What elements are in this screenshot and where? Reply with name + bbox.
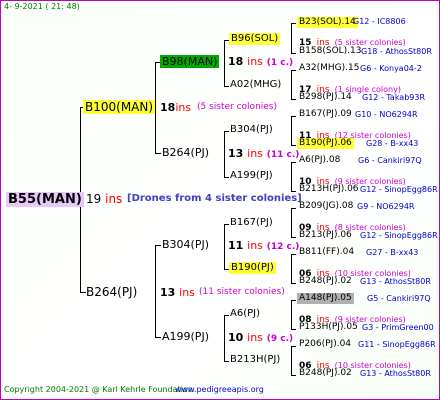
gen1-ins-1: 18ins — [160, 101, 192, 114]
website-link[interactable]: www.pedigreeapis.org — [175, 386, 264, 394]
gen3-queen-7[interactable]: A6(PJ) — [230, 309, 260, 319]
gen2-queen-3[interactable]: B304(PJ) — [162, 239, 209, 250]
gen4-bottom-6[interactable]: B248(PJ).02 — [299, 277, 352, 286]
root-queen[interactable]: B55(MAN) — [6, 192, 84, 207]
gen4-bottom-info-3: G28 - B-xx43 — [366, 139, 419, 148]
gen2-ins-1: 18 ins (1 c.) — [228, 55, 294, 68]
gen4-bottom-info-2: G12 - Takab93R — [362, 93, 426, 102]
gen4-top-info-4: G6 - Cankiri97Q — [358, 156, 422, 165]
gen3-queen-1[interactable]: B96(SOL) — [229, 33, 281, 45]
gen4-top-5[interactable]: B209(JG).08 — [299, 202, 353, 211]
gen4-bottom-8[interactable]: B248(PJ).02 — [299, 369, 352, 378]
gen4-bottom-info-1: G18 - AthosSt80R — [361, 47, 432, 56]
gen2-queen-4[interactable]: A199(PJ) — [162, 331, 209, 342]
gen4-top-2[interactable]: A32(MHG).15 — [299, 64, 359, 73]
gen4-top-3[interactable]: B167(PJ).09 — [299, 110, 352, 119]
gen2-queen-2[interactable]: B264(PJ) — [162, 147, 209, 158]
gen4-bottom-4[interactable]: B213H(PJ).06 — [299, 185, 359, 194]
gen2-ins-4: 10 ins (9 c.) — [228, 331, 294, 344]
gen4-top-info-5: G9 - NO6294R — [357, 202, 415, 211]
gen4-top-1[interactable]: B23(SOL).14 — [297, 17, 358, 28]
gen4-bottom-7[interactable]: P133H(PJ).05 — [299, 323, 358, 332]
gen3-queen-2[interactable]: A02(MHG) — [230, 80, 281, 90]
gen4-bottom-info-4: G12 - SinopEgg86R — [360, 185, 438, 194]
gen1-queen-2[interactable]: B264(PJ) — [86, 286, 137, 298]
gen4-bottom-info-8: G13 - AthosSt80R — [360, 369, 431, 378]
gen2-ins-3: 11 ins (12 c.) — [228, 239, 300, 252]
gen4-bottom-info-5: G12 - SinopEgg86R — [360, 231, 438, 240]
gen3-queen-6[interactable]: B190(PJ) — [229, 262, 276, 274]
gen1-queen-1[interactable]: B100(MAN) — [83, 100, 156, 114]
gen4-bottom-5[interactable]: B213(PJ).06 — [299, 231, 352, 240]
gen4-bottom-2[interactable]: B298(PJ).14 — [299, 93, 352, 102]
date-stamp: 4- 9-2021 ( 21: 48) — [4, 2, 80, 11]
gen4-bottom-1[interactable]: B158(SOL).13 — [299, 47, 362, 56]
gen2-queen-1[interactable]: B98(MAN) — [160, 55, 220, 68]
gen3-queen-8[interactable]: B213H(PJ) — [230, 355, 280, 365]
gen4-top-info-7: G5 - Cankiri97Q — [367, 294, 431, 303]
gen1-sisters-1: (5 sister colonies) — [197, 102, 278, 112]
gen4-top-info-8: G11 - SinopEgg86R — [358, 340, 436, 349]
gen4-top-info-6: G27 - B-xx43 — [366, 248, 419, 257]
gen4-bottom-info-6: G13 - AthosSt80R — [360, 277, 431, 286]
gen4-top-info-2: G6 - Konya04-2 — [360, 64, 422, 73]
gen4-bottom-3[interactable]: B190(PJ).06 — [297, 138, 354, 149]
copyright-text: Copyright 2004-2021 @ Karl Kehrle Founda… — [4, 385, 193, 394]
drones-note: [Drones from 4 sister colonies] — [127, 193, 302, 204]
gen4-bottom-info-7: G3 - PrimGreen00 — [362, 323, 434, 332]
gen4-top-8[interactable]: P206(PJ).04 — [299, 340, 351, 349]
gen4-top-7[interactable]: A148(PJ).05 — [297, 293, 354, 304]
gen3-queen-4[interactable]: A199(PJ) — [230, 171, 273, 181]
gen3-queen-5[interactable]: B167(PJ) — [230, 218, 273, 228]
root-ins: 19 ins — [86, 192, 123, 206]
gen1-ins-2: 13 ins — [160, 286, 195, 299]
gen4-top-6[interactable]: B811(FF).04 — [299, 248, 354, 257]
gen2-ins-2: 13 ins (11 c.) — [228, 147, 300, 160]
gen4-top-info-1: G12 - IC8806 — [353, 17, 406, 26]
gen1-sisters-2: (11 sister colonies) — [199, 287, 285, 297]
gen4-top-4[interactable]: A6(PJ).08 — [299, 156, 340, 165]
gen3-queen-3[interactable]: B304(PJ) — [230, 125, 273, 135]
gen4-top-info-3: G10 - NO6294R — [355, 110, 418, 119]
